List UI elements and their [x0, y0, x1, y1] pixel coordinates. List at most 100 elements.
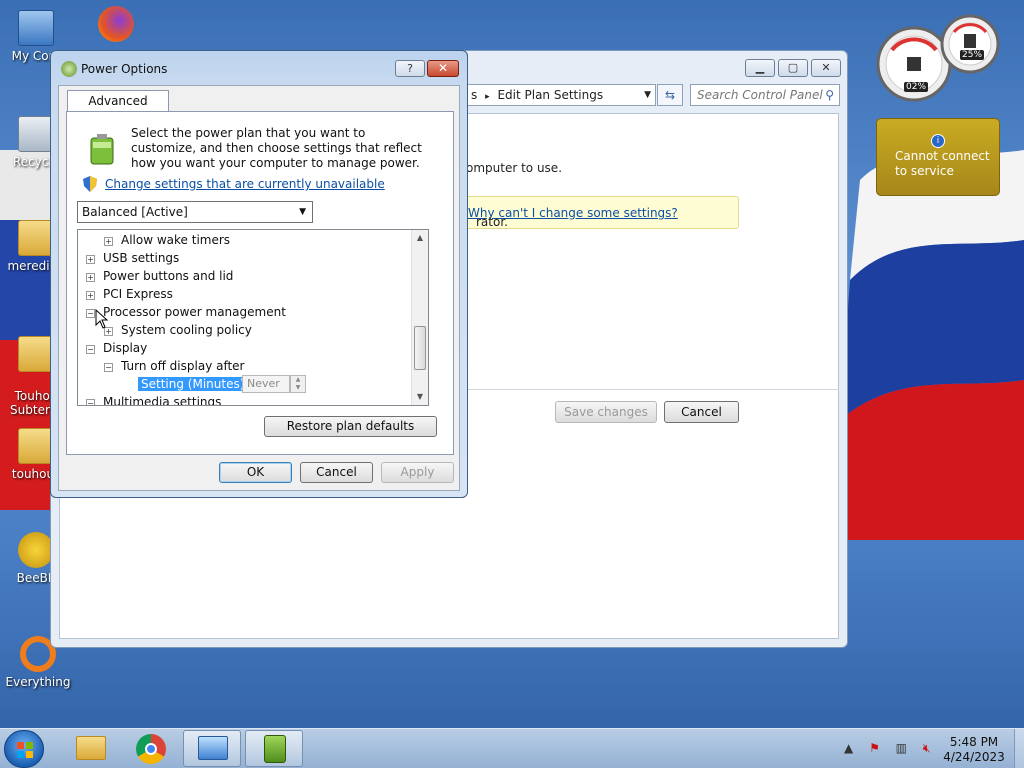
collapse-icon[interactable]: −	[86, 309, 95, 318]
taskbar-power-options[interactable]	[245, 730, 303, 767]
battery-icon	[264, 735, 286, 763]
tree-item[interactable]: − Display	[86, 339, 147, 357]
tree-item[interactable]: + USB settings	[86, 249, 179, 267]
tree-item[interactable]: − Multimedia settings	[86, 393, 221, 405]
folder-icon	[76, 736, 106, 760]
tab-advanced-settings[interactable]: Advanced settings	[67, 90, 169, 128]
taskbar-chrome[interactable]	[122, 730, 180, 767]
close-button[interactable]: ✕	[427, 60, 459, 77]
plan-selected-value: Balanced [Active]	[82, 205, 188, 219]
clock-time: 5:48 PM	[949, 735, 999, 749]
setting-row[interactable]: Setting (Minutes): Never ▲ ▼	[138, 375, 378, 393]
clock-date: 4/24/2023	[943, 750, 1005, 764]
help-button[interactable]: ?	[395, 60, 425, 77]
breadcrumb-prefix: s	[471, 88, 478, 102]
tree-item[interactable]: + System cooling policy	[104, 321, 252, 339]
ok-button[interactable]: OK	[219, 462, 292, 483]
folder-icon	[18, 336, 54, 372]
chevron-down-icon[interactable]: ▼	[644, 85, 651, 105]
dialog-client: Advanced settings Select the power plan …	[58, 85, 460, 491]
scroll-thumb[interactable]	[414, 326, 426, 370]
bee-icon	[18, 532, 54, 568]
control-panel-icon	[198, 736, 228, 760]
scroll-down-icon[interactable]: ▼	[412, 389, 428, 405]
search-input[interactable]: Search Control Panel ⚲	[690, 84, 840, 106]
collapse-icon[interactable]: −	[104, 363, 113, 372]
desktop-icon-label: Everything	[5, 675, 71, 689]
desktop-icon-firefox[interactable]	[80, 6, 152, 45]
breadcrumb-arrow-icon: ▸	[485, 92, 490, 102]
search-icon[interactable]: ⚲	[825, 85, 834, 105]
cancel-button[interactable]: Cancel	[300, 462, 373, 483]
maximize-button[interactable]: ▢	[778, 59, 808, 77]
apply-button[interactable]: Apply	[381, 462, 454, 483]
scroll-up-icon[interactable]: ▲	[412, 230, 428, 246]
settings-tree[interactable]: + Allow wake timers + USB settings + Power …	[77, 229, 429, 406]
taskbar: ▲ ⚑ ▥ 🔇︎ 5:48 PM 4/24/2023	[0, 728, 1024, 768]
clock[interactable]: 5:48 PM 4/24/2023	[940, 735, 1008, 765]
weather-gadget[interactable]: i Cannot connect to service	[876, 118, 1000, 196]
action-center-icon[interactable]: ⚑	[869, 741, 886, 755]
address-bar[interactable]: s ▸ Edit Plan Settings ▼	[466, 84, 656, 106]
cpu-value: 02%	[904, 82, 929, 92]
tree-item[interactable]: + Power buttons and lid	[86, 267, 233, 285]
recycle-bin-icon	[18, 116, 54, 152]
folder-icon	[18, 220, 54, 256]
tree-item[interactable]: + Allow wake timers	[104, 231, 230, 249]
shield-icon	[83, 176, 97, 192]
collapse-icon[interactable]: −	[86, 345, 95, 354]
chevron-down-icon: ▼	[299, 207, 306, 217]
tree-item[interactable]: − Turn off display after	[104, 357, 245, 375]
memory-value: 25%	[960, 50, 985, 60]
taskbar-control-panel[interactable]	[183, 730, 241, 767]
setting-label: Setting (Minutes):	[138, 377, 252, 391]
cpu-meter-gadget[interactable]: 02% 25%	[876, 10, 1006, 102]
description-text: omputer to use.	[466, 161, 563, 175]
minutes-spinner[interactable]: ▲ ▼	[290, 375, 306, 393]
info-icon: i	[931, 134, 945, 148]
weather-message: Cannot connect to service	[895, 149, 990, 178]
tree-scrollbar[interactable]: ▲ ▼	[411, 230, 428, 405]
dialog-title: Power Options	[81, 62, 168, 76]
breadcrumb-current: Edit Plan Settings	[497, 88, 604, 102]
show-desktop-button[interactable]	[1014, 729, 1024, 768]
admin-notice-bar: rator. Why can't I change some settings?	[459, 196, 739, 229]
refresh-button[interactable]: ⇆	[657, 84, 683, 106]
power-options-icon	[61, 61, 77, 77]
expand-icon[interactable]: +	[86, 273, 95, 282]
computer-icon	[18, 10, 54, 46]
minimize-button[interactable]: ▁	[745, 59, 775, 77]
expand-icon[interactable]: +	[86, 291, 95, 300]
show-hidden-icons-icon[interactable]: ▲	[844, 741, 859, 755]
system-tray: ▲ ⚑ ▥ 🔇︎	[844, 741, 936, 756]
separator	[459, 389, 839, 390]
start-button[interactable]	[4, 730, 44, 768]
power-options-dialog[interactable]: Power Options ? ✕ Advanced settings Sele…	[50, 50, 468, 498]
windows-logo-icon	[17, 742, 33, 758]
close-button[interactable]: ✕	[811, 59, 841, 77]
refresh-icon: ⇆	[664, 88, 676, 102]
search-placeholder: Search Control Panel	[697, 88, 823, 102]
meter-dials-icon	[876, 14, 1000, 102]
network-icon[interactable]: ▥	[896, 741, 913, 755]
expand-icon[interactable]: +	[104, 237, 113, 246]
firefox-icon	[98, 6, 134, 42]
battery-icon	[90, 134, 114, 165]
tree-item[interactable]: + PCI Express	[86, 285, 173, 303]
expand-icon[interactable]: +	[86, 255, 95, 264]
minutes-input[interactable]: Never	[242, 375, 290, 393]
intro-text: Select the power plan that you want to c…	[131, 126, 422, 170]
plan-select[interactable]: Balanced [Active] ▼	[77, 201, 313, 223]
cancel-button[interactable]: Cancel	[664, 401, 739, 423]
volume-muted-icon[interactable]: 🔇︎	[923, 741, 937, 755]
taskbar-explorer[interactable]	[62, 730, 120, 767]
collapse-icon[interactable]: −	[86, 399, 95, 405]
notice-text: rator.	[476, 215, 508, 229]
advanced-settings-panel: Select the power plan that you want to c…	[66, 111, 454, 455]
change-settings-link[interactable]: Change settings that are currently unava…	[105, 177, 385, 191]
save-changes-button[interactable]: Save changes	[555, 401, 657, 423]
restore-defaults-button[interactable]: Restore plan defaults	[264, 416, 437, 437]
tree-item[interactable]: − Processor power management	[86, 303, 286, 321]
folder-icon	[18, 428, 54, 464]
window-controls: ▁ ▢ ✕	[745, 59, 841, 77]
